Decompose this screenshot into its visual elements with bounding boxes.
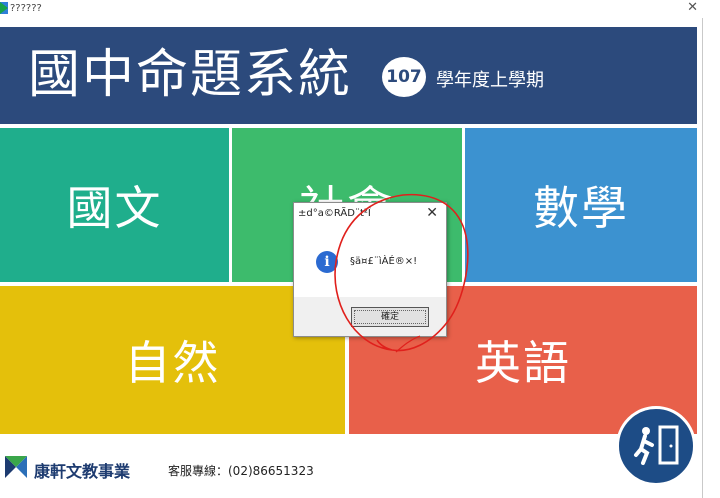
footer: 康軒文教事業 客服專線：(02)86651323: [0, 440, 697, 498]
dialog-body: i §ä¤£¨ìÀÉ®×!: [294, 225, 446, 297]
semester-label: 學年度上學期: [436, 70, 544, 91]
support-hotline: 客服專線：(02)86651323: [168, 464, 314, 478]
app-title: 國中命題系統: [28, 45, 353, 105]
app-icon: [0, 2, 8, 14]
subject-tile-chinese[interactable]: 國文: [0, 128, 229, 282]
exit-button[interactable]: [616, 406, 696, 486]
subject-label: 國文: [66, 181, 163, 235]
year-badge: 107: [382, 57, 426, 97]
dialog-close-button[interactable]: ✕: [426, 205, 438, 221]
kanghsuan-logo: [5, 456, 27, 478]
info-icon: i: [316, 251, 338, 273]
dialog-message: §ä¤£¨ìÀÉ®×!: [350, 256, 418, 267]
exit-door-icon: [634, 425, 679, 465]
brand-name: 康軒文教事業: [34, 462, 131, 481]
dialog-title: ±d°a©RÃD¨t²Î: [298, 208, 371, 219]
window-title: ??????: [10, 3, 42, 14]
dialog-titlebar: ±d°a©RÃD¨t²Î ✕: [294, 203, 446, 225]
window-close-button[interactable]: ✕: [687, 0, 698, 15]
window-titlebar: ?????? ✕: [0, 0, 720, 18]
subject-label: 數學: [533, 181, 629, 235]
ok-button[interactable]: 確定: [351, 307, 429, 327]
message-dialog: ±d°a©RÃD¨t²Î ✕ i §ä¤£¨ìÀÉ®×! 確定: [293, 202, 447, 337]
subject-tile-math[interactable]: 數學: [465, 128, 697, 282]
